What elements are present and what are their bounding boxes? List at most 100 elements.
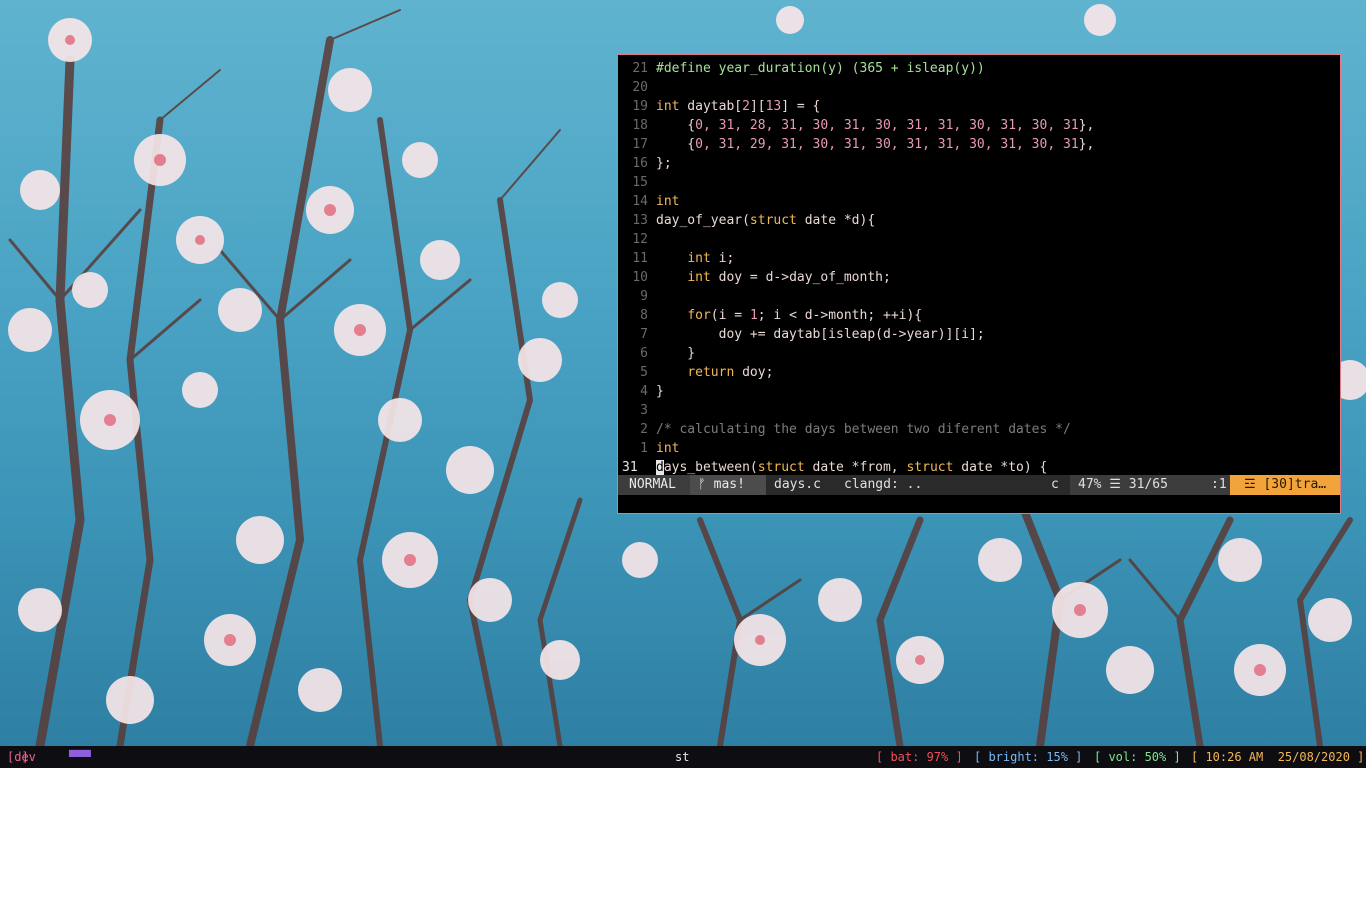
code-token: doy = d->day_of_month; — [710, 270, 891, 285]
code-token: /* calculating the days between two dife… — [656, 422, 1071, 437]
code-token: date *d){ — [796, 213, 876, 228]
code-editor[interactable]: 21 #define year_duration(y) (365 + isleap… — [618, 55, 1340, 479]
code-line[interactable]: 17 {0, 31, 29, 31, 30, 31, 30, 31, 31, 3… — [618, 135, 1340, 154]
line-number: 6 — [640, 346, 648, 361]
code-token: }, — [1078, 137, 1095, 152]
code-token: return — [687, 365, 735, 380]
line-number: 13 — [632, 213, 648, 228]
code-line[interactable]: 2 /* calculating the days between two dif… — [618, 420, 1340, 439]
code-line[interactable]: 11 int i; — [618, 249, 1340, 268]
code-token: } — [656, 346, 696, 361]
status-bar: [ dev ] ▀▀▀ st [ bat: 97% ] [ bright: 15… — [0, 746, 1366, 768]
battery-status: [ bat: 97% ] — [876, 750, 963, 764]
line-number: 11 — [632, 251, 648, 266]
brightness-status: [ bright: 15% ] — [974, 750, 1083, 764]
line-number: 20 — [632, 80, 648, 95]
code-line[interactable]: 6 } — [618, 344, 1340, 363]
code-line[interactable]: 5 return doy; — [618, 363, 1340, 382]
terminal-window[interactable]: 21 #define year_duration(y) (365 + isleap… — [617, 54, 1341, 514]
file-type: c — [1051, 477, 1059, 492]
code-token: } — [656, 384, 664, 399]
workspace-indicator[interactable]: [ dev ] — [7, 746, 36, 768]
code-line[interactable]: 9 — [618, 287, 1340, 306]
code-line[interactable]: 21 #define year_duration(y) (365 + isleap… — [618, 59, 1340, 78]
code-token: ays_between( — [663, 460, 758, 475]
code-token: struct — [906, 460, 954, 475]
code-line[interactable]: 18 {0, 31, 28, 31, 30, 31, 30, 31, 31, 3… — [618, 116, 1340, 135]
code-line[interactable]: 13 day_of_year(struct date *d){ — [618, 211, 1340, 230]
workspace-bracket-open: [ — [7, 750, 15, 764]
file-name: days.c — [774, 477, 821, 492]
code-line[interactable]: 3 — [618, 401, 1340, 420]
code-token: 13 — [765, 99, 782, 114]
line-number: 4 — [640, 384, 648, 399]
code-line[interactable]: 7 doy += daytab[isleap(d->year)][i]; — [618, 325, 1340, 344]
code-token: { — [656, 137, 696, 152]
code-token: doy += daytab[isleap(d->year)][i]; — [656, 327, 985, 342]
warning-indicator: ☲ [30]tra… — [1230, 475, 1340, 495]
text-cursor: d — [656, 460, 664, 475]
datetime-status: [ 10:26 AM 25/08/2020 ] — [1191, 750, 1365, 764]
code-token: 0, 31, 29, 31, 30, 31, 30, 31, 31, 30, 3… — [695, 137, 1079, 152]
code-token: date *from, — [804, 460, 907, 475]
desktop-wallpaper: 21 #define year_duration(y) (365 + isleap… — [0, 0, 1366, 746]
code-line[interactable]: 19 int daytab[2][13] = { — [618, 97, 1340, 116]
line-number: 15 — [632, 175, 648, 190]
code-token: doy; — [734, 365, 774, 380]
code-token: }, — [1078, 118, 1095, 133]
code-token: for — [687, 308, 711, 323]
code-token: struct — [757, 460, 805, 475]
code-token: 2 — [742, 99, 750, 114]
code-line[interactable]: 14 int — [618, 192, 1340, 211]
code-token: daytab[ — [679, 99, 743, 114]
cursor-column: :1 — [1211, 477, 1227, 492]
code-line[interactable]: 12 — [618, 230, 1340, 249]
code-token: 1 — [749, 308, 758, 323]
code-token: struct — [749, 213, 797, 228]
code-line[interactable]: 20 — [618, 78, 1340, 97]
lsp-status: clangd: .. — [844, 477, 923, 492]
code-line[interactable]: 4} — [618, 382, 1340, 401]
code-token: date *to) { — [953, 460, 1048, 475]
code-line[interactable]: 8 for(i = 1; i < d->month; ++i){ — [618, 306, 1340, 325]
code-line[interactable]: 10 int doy = d->day_of_month; — [618, 268, 1340, 287]
vim-statusline: NORMAL ᚠ mas! days.c clangd: .. c 47% ☰ … — [618, 475, 1340, 495]
line-number: 9 — [640, 289, 648, 304]
code-token: #define year_duration(y) (365 + isleap(y… — [656, 61, 985, 76]
code-token: ; i < d->month; ++i){ — [757, 308, 923, 323]
line-number: 21 — [632, 61, 648, 76]
code-token: int — [687, 251, 711, 266]
code-token: int — [656, 99, 680, 114]
code-token: 0, 31, 28, 31, 30, 31, 30, 31, 31, 30, 3… — [695, 118, 1079, 133]
window-title: st — [675, 750, 690, 764]
line-number: 14 — [632, 194, 648, 209]
line-number: 5 — [640, 365, 648, 380]
code-token: ] = { — [781, 99, 821, 114]
workspace-bracket-close: ] — [21, 750, 29, 764]
code-token: int — [656, 194, 680, 209]
volume-status: [ vol: 50% ] — [1094, 750, 1181, 764]
line-number: 1 — [640, 441, 648, 456]
cursor-position: 47% ☰ 31/65 — [1070, 475, 1230, 495]
line-number: 10 — [632, 270, 648, 285]
code-line[interactable]: 15 — [618, 173, 1340, 192]
code-token: (i = — [710, 308, 750, 323]
line-number: 3 — [640, 403, 648, 418]
code-token: ][ — [749, 99, 766, 114]
line-number: 16 — [632, 156, 648, 171]
code-token: { — [656, 118, 696, 133]
code-line[interactable]: 16}; — [618, 154, 1340, 173]
code-token: i; — [710, 251, 735, 266]
line-number: 19 — [632, 99, 648, 114]
mode-indicator: NORMAL — [618, 475, 690, 495]
layout-indicator: ▀▀▀ — [69, 750, 91, 764]
code-token: }; — [656, 156, 672, 171]
line-number: 12 — [632, 232, 648, 247]
code-line[interactable]: 1 int — [618, 439, 1340, 458]
line-number: 18 — [632, 118, 648, 133]
code-token: int — [687, 270, 711, 285]
